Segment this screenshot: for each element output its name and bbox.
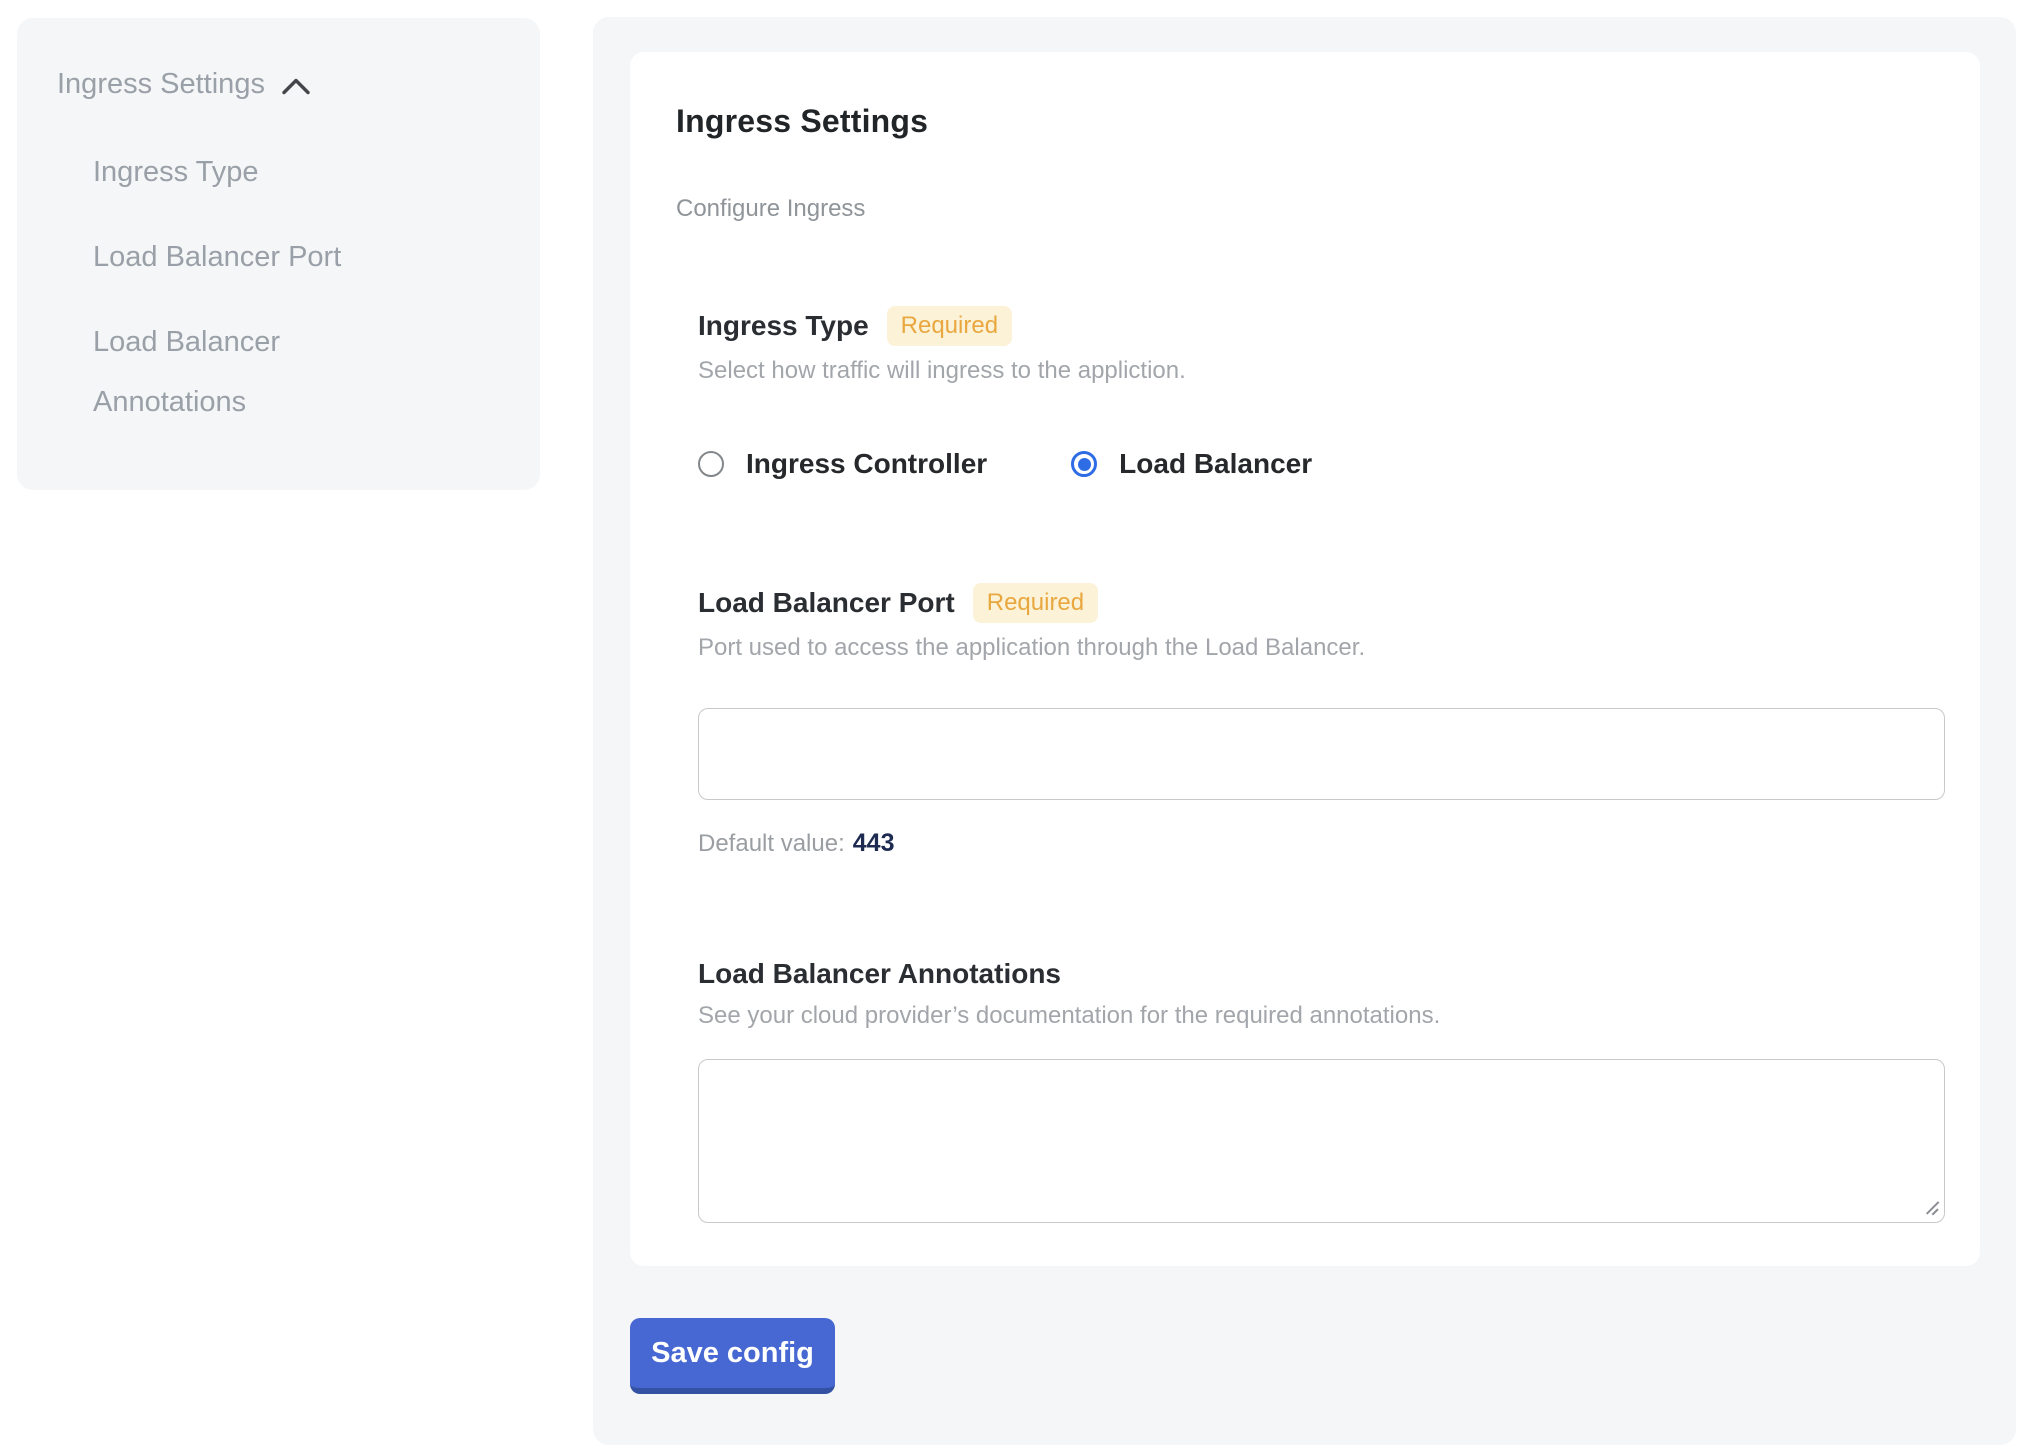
sidebar-item-ingress-type[interactable]: Ingress Type: [93, 142, 423, 202]
load-balancer-port-description: Port used to access the application thro…: [698, 633, 1945, 663]
settings-sidebar: Ingress Settings Ingress Type Load Balan…: [17, 18, 540, 490]
load-balancer-annotations-textarea[interactable]: [698, 1059, 1945, 1223]
default-value-label: Default value:: [698, 830, 845, 857]
ingress-type-radio-group: Ingress Controller Load Balancer: [698, 448, 1945, 480]
radio-unselected-icon[interactable]: [698, 451, 724, 477]
load-balancer-port-heading: Load Balancer Port Required: [698, 583, 1945, 623]
textarea-resize-handle[interactable]: [1924, 1200, 1940, 1216]
chevron-up-icon: [281, 77, 311, 96]
default-value-line: Default value: 443: [698, 828, 1945, 859]
load-balancer-annotations-description: See your cloud provider’s documentation …: [698, 1001, 1945, 1031]
radio-label-ingress-controller: Ingress Controller: [746, 448, 987, 480]
form-sections: Ingress Type Required Select how traffic…: [698, 306, 1945, 1223]
save-config-button-label: Save config: [651, 1337, 814, 1370]
sidebar-item-load-balancer-port[interactable]: Load Balancer Port: [93, 227, 423, 287]
ingress-type-heading: Ingress Type Required: [698, 306, 1945, 346]
radio-option-ingress-controller[interactable]: Ingress Controller: [698, 448, 987, 480]
load-balancer-port-label: Load Balancer Port: [698, 586, 955, 620]
annotations-textarea-wrap: [698, 1059, 1945, 1223]
ingress-type-section: Ingress Type Required Select how traffic…: [698, 306, 1945, 480]
default-value: 443: [853, 829, 895, 857]
main-panel: Ingress Settings Configure Ingress Ingre…: [593, 17, 2016, 1445]
page-subtitle: Configure Ingress: [676, 195, 1945, 223]
save-config-button[interactable]: Save config: [630, 1318, 835, 1394]
ingress-settings-card: Ingress Settings Configure Ingress Ingre…: [630, 52, 1980, 1266]
load-balancer-port-input[interactable]: [698, 708, 1945, 800]
ingress-type-description: Select how traffic will ingress to the a…: [698, 356, 1945, 386]
load-balancer-annotations-section: Load Balancer Annotations See your cloud…: [698, 957, 1945, 1223]
radio-selected-icon[interactable]: [1071, 451, 1097, 477]
required-badge: Required: [887, 306, 1012, 346]
sidebar-section-label: Ingress Settings: [57, 64, 265, 104]
sidebar-item-load-balancer-annotations[interactable]: Load Balancer Annotations: [93, 312, 423, 432]
load-balancer-annotations-heading: Load Balancer Annotations: [698, 957, 1945, 991]
page-title: Ingress Settings: [676, 102, 1945, 140]
required-badge: Required: [973, 583, 1098, 623]
ingress-type-label: Ingress Type: [698, 309, 869, 343]
sidebar-section-ingress-settings[interactable]: Ingress Settings: [57, 64, 510, 104]
load-balancer-port-section: Load Balancer Port Required Port used to…: [698, 583, 1945, 859]
sidebar-item-list: Ingress Type Load Balancer Port Load Bal…: [57, 142, 510, 432]
radio-label-load-balancer: Load Balancer: [1119, 448, 1312, 480]
load-balancer-annotations-label: Load Balancer Annotations: [698, 957, 1061, 991]
radio-option-load-balancer[interactable]: Load Balancer: [1071, 448, 1312, 480]
